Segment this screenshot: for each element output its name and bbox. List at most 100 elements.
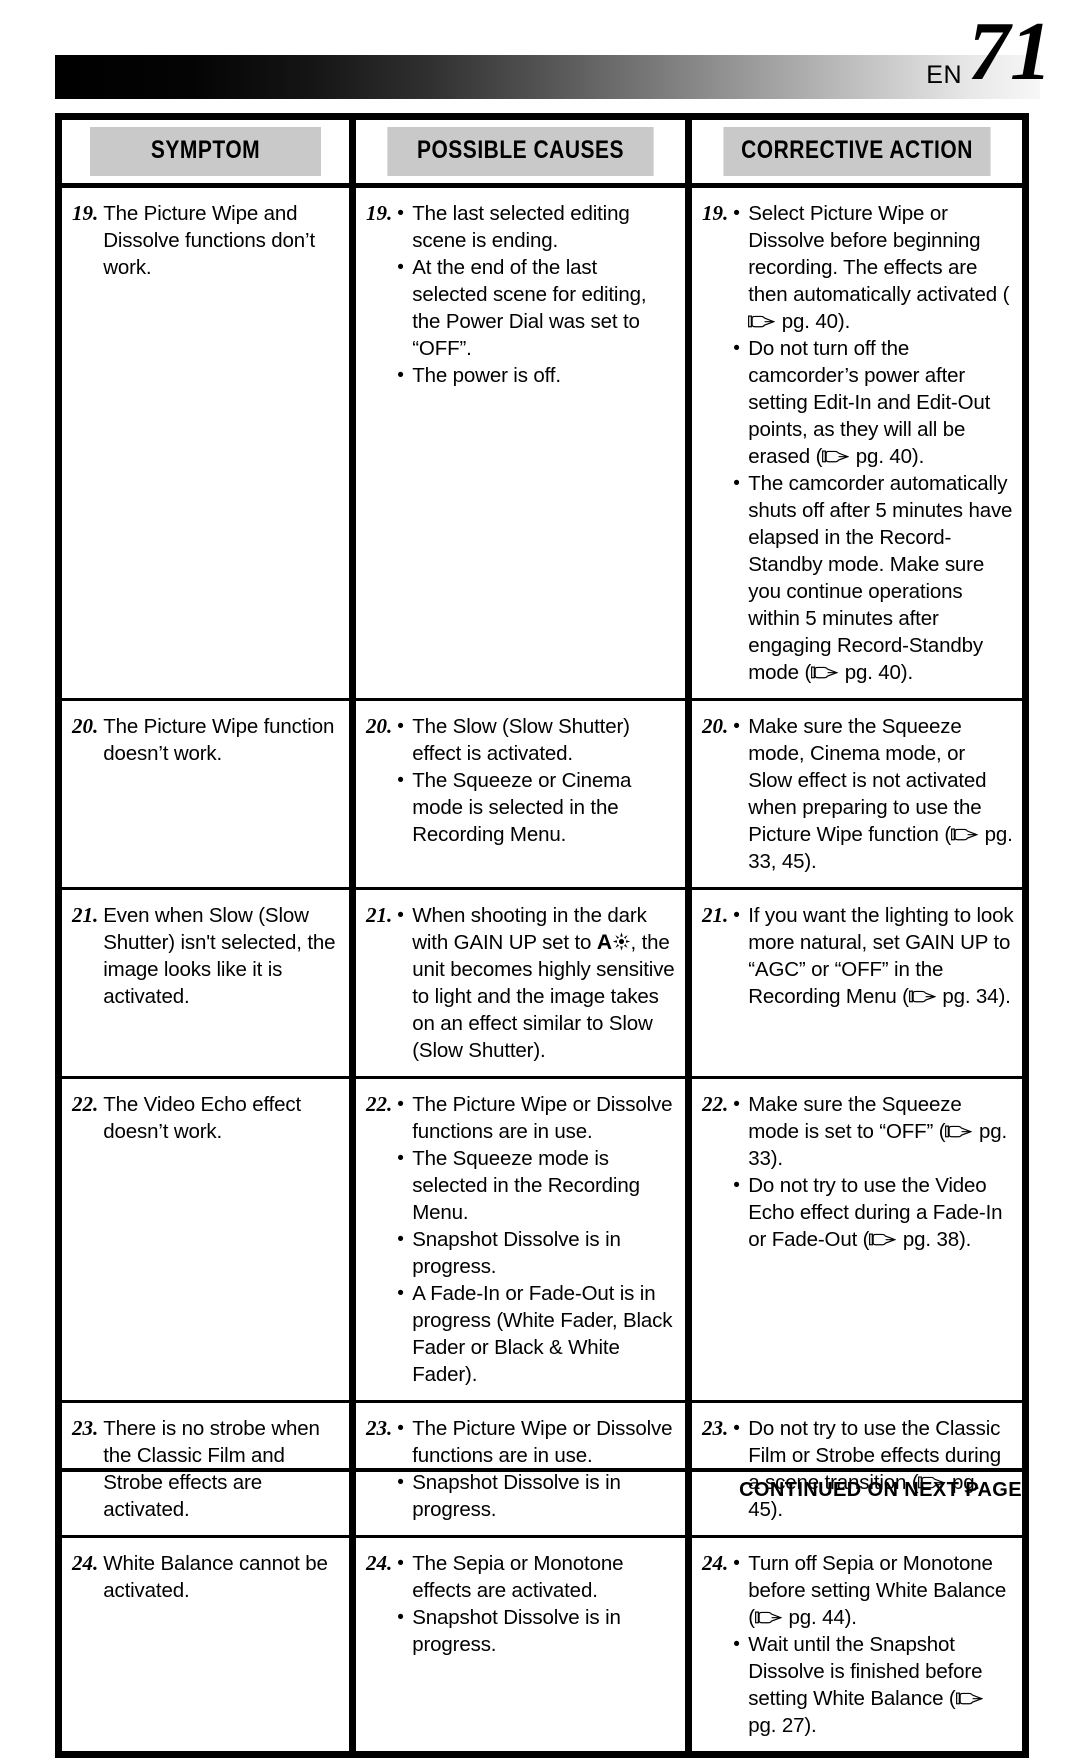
- item-text: The last selected editing scene is endin…: [397, 200, 677, 389]
- cell-inner: 24.The Sepia or Monotone effects are act…: [366, 1550, 677, 1658]
- bullet-item: A Fade-In or Fade-Out is in progress (Wh…: [397, 1280, 677, 1388]
- cell-inner: 22.The Picture Wipe or Dissolve function…: [366, 1091, 677, 1388]
- item-text: White Balance cannot be activated.: [103, 1550, 341, 1604]
- item-text: When shooting in the dark with GAIN UP s…: [397, 902, 677, 1064]
- cell-inner: 21.When shooting in the dark with GAIN U…: [366, 902, 677, 1064]
- item-number: 23.: [72, 1416, 99, 1440]
- troubleshooting-table: SYMPTOM POSSIBLE CAUSES CORRECTIVE ACTIO…: [55, 113, 1029, 1758]
- cell-inner: 20.Make sure the Squeeze mode, Cinema mo…: [702, 713, 1014, 875]
- page-header: EN 71: [0, 0, 1080, 104]
- continued-note: CONTINUED ON NEXT PAGE: [739, 1479, 1022, 1501]
- bullet-list: Make sure the Squeeze mode is set to “OF…: [733, 1091, 1014, 1253]
- possible-causes-cell: 19.The last selected editing scene is en…: [349, 185, 692, 700]
- pointing-hand-icon: [951, 827, 979, 842]
- possible-causes-cell: 22.The Picture Wipe or Dissolve function…: [349, 1076, 692, 1402]
- column-header-symptom-label: SYMPTOM: [90, 127, 321, 176]
- bullet-list: The Picture Wipe or Dissolve functions a…: [397, 1091, 677, 1388]
- cell-inner: 22.Make sure the Squeeze mode is set to …: [702, 1091, 1014, 1253]
- pointing-hand-icon: [754, 1610, 782, 1625]
- item-text: Make sure the Squeeze mode is set to “OF…: [733, 1091, 1014, 1253]
- pointing-hand-icon: [908, 989, 936, 1004]
- symptom-cell: 19. The Picture Wipe and Dissolve functio…: [55, 185, 356, 700]
- item-number: 19.: [702, 201, 729, 225]
- item-text: The Picture Wipe function doesn’t work.: [103, 713, 341, 767]
- bullet-item: The last selected editing scene is endin…: [397, 200, 677, 254]
- item-text: Even when Slow (Slow Shutter) isn't sele…: [103, 902, 341, 1010]
- item-text: If you want the lighting to look more na…: [733, 902, 1014, 1010]
- item-number: 24.: [702, 1551, 729, 1575]
- table-row: 20. The Picture Wipe function doesn’t wor…: [55, 698, 1029, 889]
- pointing-hand-icon: [811, 665, 839, 680]
- item-number: 23.: [366, 1416, 393, 1440]
- pointing-hand-icon: [822, 449, 850, 464]
- bullet-item: The camcorder automatically shuts off af…: [733, 470, 1014, 686]
- symptom-text: The Picture Wipe and Dissolve functions …: [103, 202, 316, 279]
- table-row: 24. White Balance cannot be activated. 24.…: [55, 1535, 1029, 1758]
- bullet-item: Make sure the Squeeze mode, Cinema mode,…: [733, 713, 1014, 875]
- bullet-item: At the end of the last selected scene fo…: [397, 254, 677, 362]
- corrective-action-cell: 20.Make sure the Squeeze mode, Cinema mo…: [685, 698, 1029, 889]
- item-number: 20.: [702, 714, 729, 738]
- symptom-text: Even when Slow (Slow Shutter) isn't sele…: [103, 904, 336, 1008]
- bullet-item: The Picture Wipe or Dissolve functions a…: [397, 1091, 677, 1145]
- bullet-item: The Picture Wipe or Dissolve functions a…: [397, 1415, 677, 1469]
- gain-up-auto-icon: A: [597, 929, 631, 956]
- bullet-list: The Slow (Slow Shutter) effect is activa…: [397, 713, 677, 848]
- item-number: 20.: [72, 714, 99, 738]
- table-body: 19. The Picture Wipe and Dissolve functio…: [55, 185, 1029, 1758]
- bullet-item: The Sepia or Monotone effects are activa…: [397, 1550, 677, 1604]
- possible-causes-cell: 24.The Sepia or Monotone effects are act…: [349, 1535, 692, 1758]
- item-number: 24.: [366, 1551, 393, 1575]
- bullet-item: Do not turn off the camcorder’s power af…: [733, 335, 1014, 470]
- bullet-item: The power is off.: [397, 362, 677, 389]
- item-number: 22.: [72, 1092, 99, 1116]
- cell-inner: 24. White Balance cannot be activated.: [72, 1550, 341, 1604]
- symptom-text: The Picture Wipe function doesn’t work.: [103, 715, 335, 765]
- item-text: The Picture Wipe and Dissolve functions …: [103, 200, 341, 281]
- page-number: 71: [968, 5, 1052, 98]
- column-header-possible-causes-label: POSSIBLE CAUSES: [387, 127, 654, 176]
- possible-causes-cell: 20.The Slow (Slow Shutter) effect is act…: [349, 698, 692, 889]
- pointing-hand-icon: [945, 1124, 973, 1139]
- symptom-cell: 21. Even when Slow (Slow Shutter) isn't s…: [55, 887, 356, 1078]
- bullet-list: Make sure the Squeeze mode, Cinema mode,…: [733, 713, 1014, 875]
- bullet-list: Turn off Sepia or Monotone before settin…: [733, 1550, 1014, 1739]
- possible-causes-cell: 21.When shooting in the dark with GAIN U…: [349, 887, 692, 1078]
- item-text: The Picture Wipe or Dissolve functions a…: [397, 1091, 677, 1388]
- bullet-list: When shooting in the dark with GAIN UP s…: [397, 902, 677, 1064]
- column-header-symptom: SYMPTOM: [55, 113, 356, 188]
- bullet-item: Select Picture Wipe or Dissolve before b…: [733, 200, 1014, 335]
- cell-inner: 22. The Video Echo effect doesn’t work.: [72, 1091, 341, 1145]
- item-number: 23.: [702, 1416, 729, 1440]
- corrective-action-cell: 22.Make sure the Squeeze mode is set to …: [685, 1076, 1029, 1402]
- cell-inner: 19. The Picture Wipe and Dissolve functio…: [72, 200, 341, 281]
- language-label: EN: [926, 61, 962, 89]
- item-text: Turn off Sepia or Monotone before settin…: [733, 1550, 1014, 1739]
- footer-rule: [55, 1468, 1022, 1472]
- item-text: The Slow (Slow Shutter) effect is activa…: [397, 713, 677, 848]
- bullet-list: If you want the lighting to look more na…: [733, 902, 1014, 1010]
- corrective-action-cell: 19.Select Picture Wipe or Dissolve befor…: [685, 185, 1029, 700]
- bullet-list: The last selected editing scene is endin…: [397, 200, 677, 389]
- bullet-item: Snapshot Dissolve is in progress.: [397, 1604, 677, 1658]
- item-text: The Video Echo effect doesn’t work.: [103, 1091, 341, 1145]
- cell-inner: 21.If you want the lighting to look more…: [702, 902, 1014, 1010]
- bullet-item: Snapshot Dissolve is in progress.: [397, 1226, 677, 1280]
- cell-inner: 21. Even when Slow (Slow Shutter) isn't s…: [72, 902, 341, 1010]
- table-row: 21. Even when Slow (Slow Shutter) isn't s…: [55, 887, 1029, 1078]
- bullet-item: Turn off Sepia or Monotone before settin…: [733, 1550, 1014, 1631]
- item-number: 21.: [366, 903, 393, 927]
- item-text: The Sepia or Monotone effects are activa…: [397, 1550, 677, 1658]
- cell-inner: 20. The Picture Wipe function doesn’t wor…: [72, 713, 341, 767]
- item-number: 20.: [366, 714, 393, 738]
- cell-inner: 19.The last selected editing scene is en…: [366, 200, 677, 389]
- item-number: 24.: [72, 1551, 99, 1575]
- bullet-item: If you want the lighting to look more na…: [733, 902, 1014, 1010]
- item-number: 22.: [366, 1092, 393, 1116]
- bullet-item: Snapshot Dissolve is in progress.: [397, 1469, 677, 1523]
- cell-inner: 20.The Slow (Slow Shutter) effect is act…: [366, 713, 677, 848]
- item-text: Select Picture Wipe or Dissolve before b…: [733, 200, 1014, 686]
- bullet-item: When shooting in the dark with GAIN UP s…: [397, 902, 677, 1064]
- symptom-text: The Video Echo effect doesn’t work.: [103, 1093, 302, 1143]
- table-row: 22. The Video Echo effect doesn’t work. 22…: [55, 1076, 1029, 1402]
